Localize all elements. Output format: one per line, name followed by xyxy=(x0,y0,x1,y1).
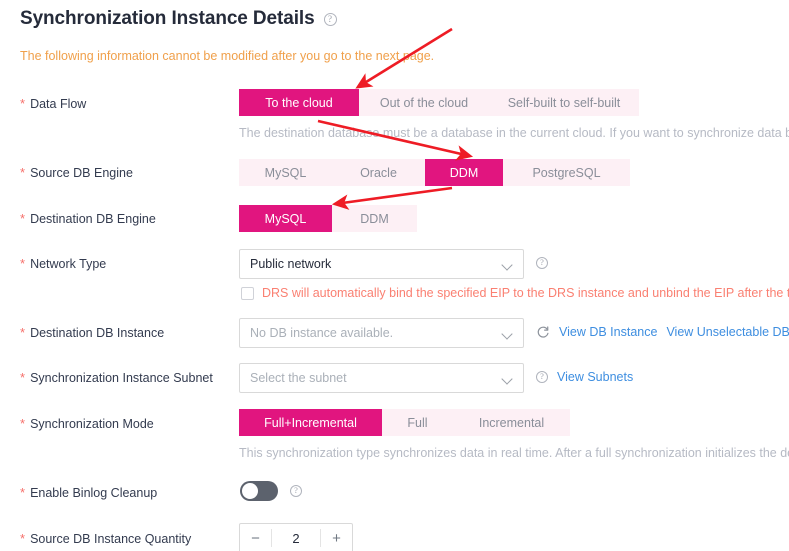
label-synchronization-instance-subnet: * Synchronization Instance Subnet xyxy=(20,371,213,385)
required-asterisk: * xyxy=(20,325,26,340)
decrement-button[interactable]: − xyxy=(240,524,271,551)
required-asterisk: * xyxy=(20,211,26,226)
link-view-unselectable-db-instance[interactable]: View Unselectable DB Inst xyxy=(666,325,789,339)
segmented-synchronization-mode: Full+Incremental Full Incremental xyxy=(239,409,570,436)
label-text: Source DB Instance Quantity xyxy=(30,532,192,546)
help-circle-icon[interactable]: ? xyxy=(536,371,548,383)
select-synchronization-instance-subnet[interactable]: Select the subnet xyxy=(239,363,524,393)
label-data-flow: * Data Flow xyxy=(20,97,86,111)
segment-incremental[interactable]: Incremental xyxy=(453,409,570,436)
label-text: Network Type xyxy=(30,257,107,271)
select-subnet-value: Select the subnet xyxy=(250,371,347,385)
destination-db-instance-actions: View DB Instance View Unselectable DB In… xyxy=(536,325,789,339)
label-text: Data Flow xyxy=(30,97,87,111)
help-circle-icon[interactable]: ? xyxy=(323,12,337,26)
segment-out-of-the-cloud[interactable]: Out of the cloud xyxy=(359,89,489,116)
select-network-type[interactable]: Public network xyxy=(239,249,524,279)
required-asterisk: * xyxy=(20,96,26,111)
segmented-source-db-engine: MySQL Oracle DDM PostgreSQL xyxy=(239,159,630,186)
label-text: Source DB Engine xyxy=(30,166,133,180)
select-destination-db-instance-value: No DB instance available. xyxy=(250,326,394,340)
quantity-value[interactable]: 2 xyxy=(272,524,320,551)
segment-full-incremental[interactable]: Full+Incremental xyxy=(239,409,382,436)
segment-ddm[interactable]: DDM xyxy=(425,159,503,186)
page-header: Synchronization Instance Details ? xyxy=(20,8,337,30)
label-text: Synchronization Mode xyxy=(30,417,154,431)
segment-oracle[interactable]: Oracle xyxy=(332,159,425,186)
segment-postgresql[interactable]: PostgreSQL xyxy=(503,159,630,186)
label-text: Destination DB Engine xyxy=(30,212,156,226)
label-destination-db-instance: * Destination DB Instance xyxy=(20,326,164,340)
segment-self-built-to-self-built[interactable]: Self-built to self-built xyxy=(489,89,639,116)
required-asterisk: * xyxy=(20,531,26,546)
arrow-to-destination-db-engine xyxy=(331,186,453,210)
stepper-source-db-instance-quantity: − 2 + xyxy=(239,523,353,551)
label-network-type: * Network Type xyxy=(20,257,106,271)
required-asterisk: * xyxy=(20,370,26,385)
segment-mysql[interactable]: MySQL xyxy=(239,159,332,186)
select-network-type-value: Public network xyxy=(250,257,332,271)
help-circle-icon[interactable]: ? xyxy=(536,257,548,269)
link-view-subnets[interactable]: View Subnets xyxy=(557,370,633,384)
hint-synchronization-mode: This synchronization type synchronizes d… xyxy=(239,446,789,460)
warning-notice: The following information cannot be modi… xyxy=(20,49,435,63)
segmented-data-flow: To the cloud Out of the cloud Self-built… xyxy=(239,89,639,116)
eip-bind-checkbox-label: DRS will automatically bind the specifie… xyxy=(262,286,789,300)
help-circle-icon[interactable]: ? xyxy=(290,485,302,497)
eip-bind-checkbox[interactable] xyxy=(241,287,254,300)
label-enable-binlog-cleanup: * Enable Binlog Cleanup xyxy=(20,486,157,500)
label-destination-db-engine: * Destination DB Engine xyxy=(20,212,156,226)
required-asterisk: * xyxy=(20,256,26,271)
synchronization-instance-details-page: Synchronization Instance Details ? The f… xyxy=(0,0,789,551)
increment-button[interactable]: + xyxy=(321,524,352,551)
chevron-down-icon xyxy=(502,328,513,339)
segment-ddm[interactable]: DDM xyxy=(332,205,417,232)
checkbox-eip-bind-row: DRS will automatically bind the specifie… xyxy=(241,286,789,300)
segment-full[interactable]: Full xyxy=(382,409,453,436)
select-destination-db-instance[interactable]: No DB instance available. xyxy=(239,318,524,348)
hint-data-flow: The destination database must be a datab… xyxy=(239,126,789,140)
segmented-destination-db-engine: MySQL DDM xyxy=(239,205,417,232)
toggle-enable-binlog-cleanup[interactable] xyxy=(240,481,278,501)
link-view-db-instance[interactable]: View DB Instance xyxy=(559,325,657,339)
label-source-db-engine: * Source DB Engine xyxy=(20,166,133,180)
toggle-knob xyxy=(242,483,258,499)
label-text: Destination DB Instance xyxy=(30,326,165,340)
required-asterisk: * xyxy=(20,485,26,500)
label-synchronization-mode: * Synchronization Mode xyxy=(20,417,154,431)
refresh-icon[interactable] xyxy=(536,325,550,339)
label-text: Enable Binlog Cleanup xyxy=(30,486,158,500)
required-asterisk: * xyxy=(20,165,26,180)
subnet-actions: ? View Subnets xyxy=(536,370,633,384)
segment-mysql[interactable]: MySQL xyxy=(239,205,332,232)
chevron-down-icon xyxy=(502,373,513,384)
label-text: Synchronization Instance Subnet xyxy=(30,371,213,385)
page-title: Synchronization Instance Details xyxy=(20,8,315,29)
chevron-down-icon xyxy=(502,259,513,270)
segment-to-the-cloud[interactable]: To the cloud xyxy=(239,89,359,116)
label-source-db-instance-quantity: * Source DB Instance Quantity xyxy=(20,532,191,546)
required-asterisk: * xyxy=(20,416,26,431)
